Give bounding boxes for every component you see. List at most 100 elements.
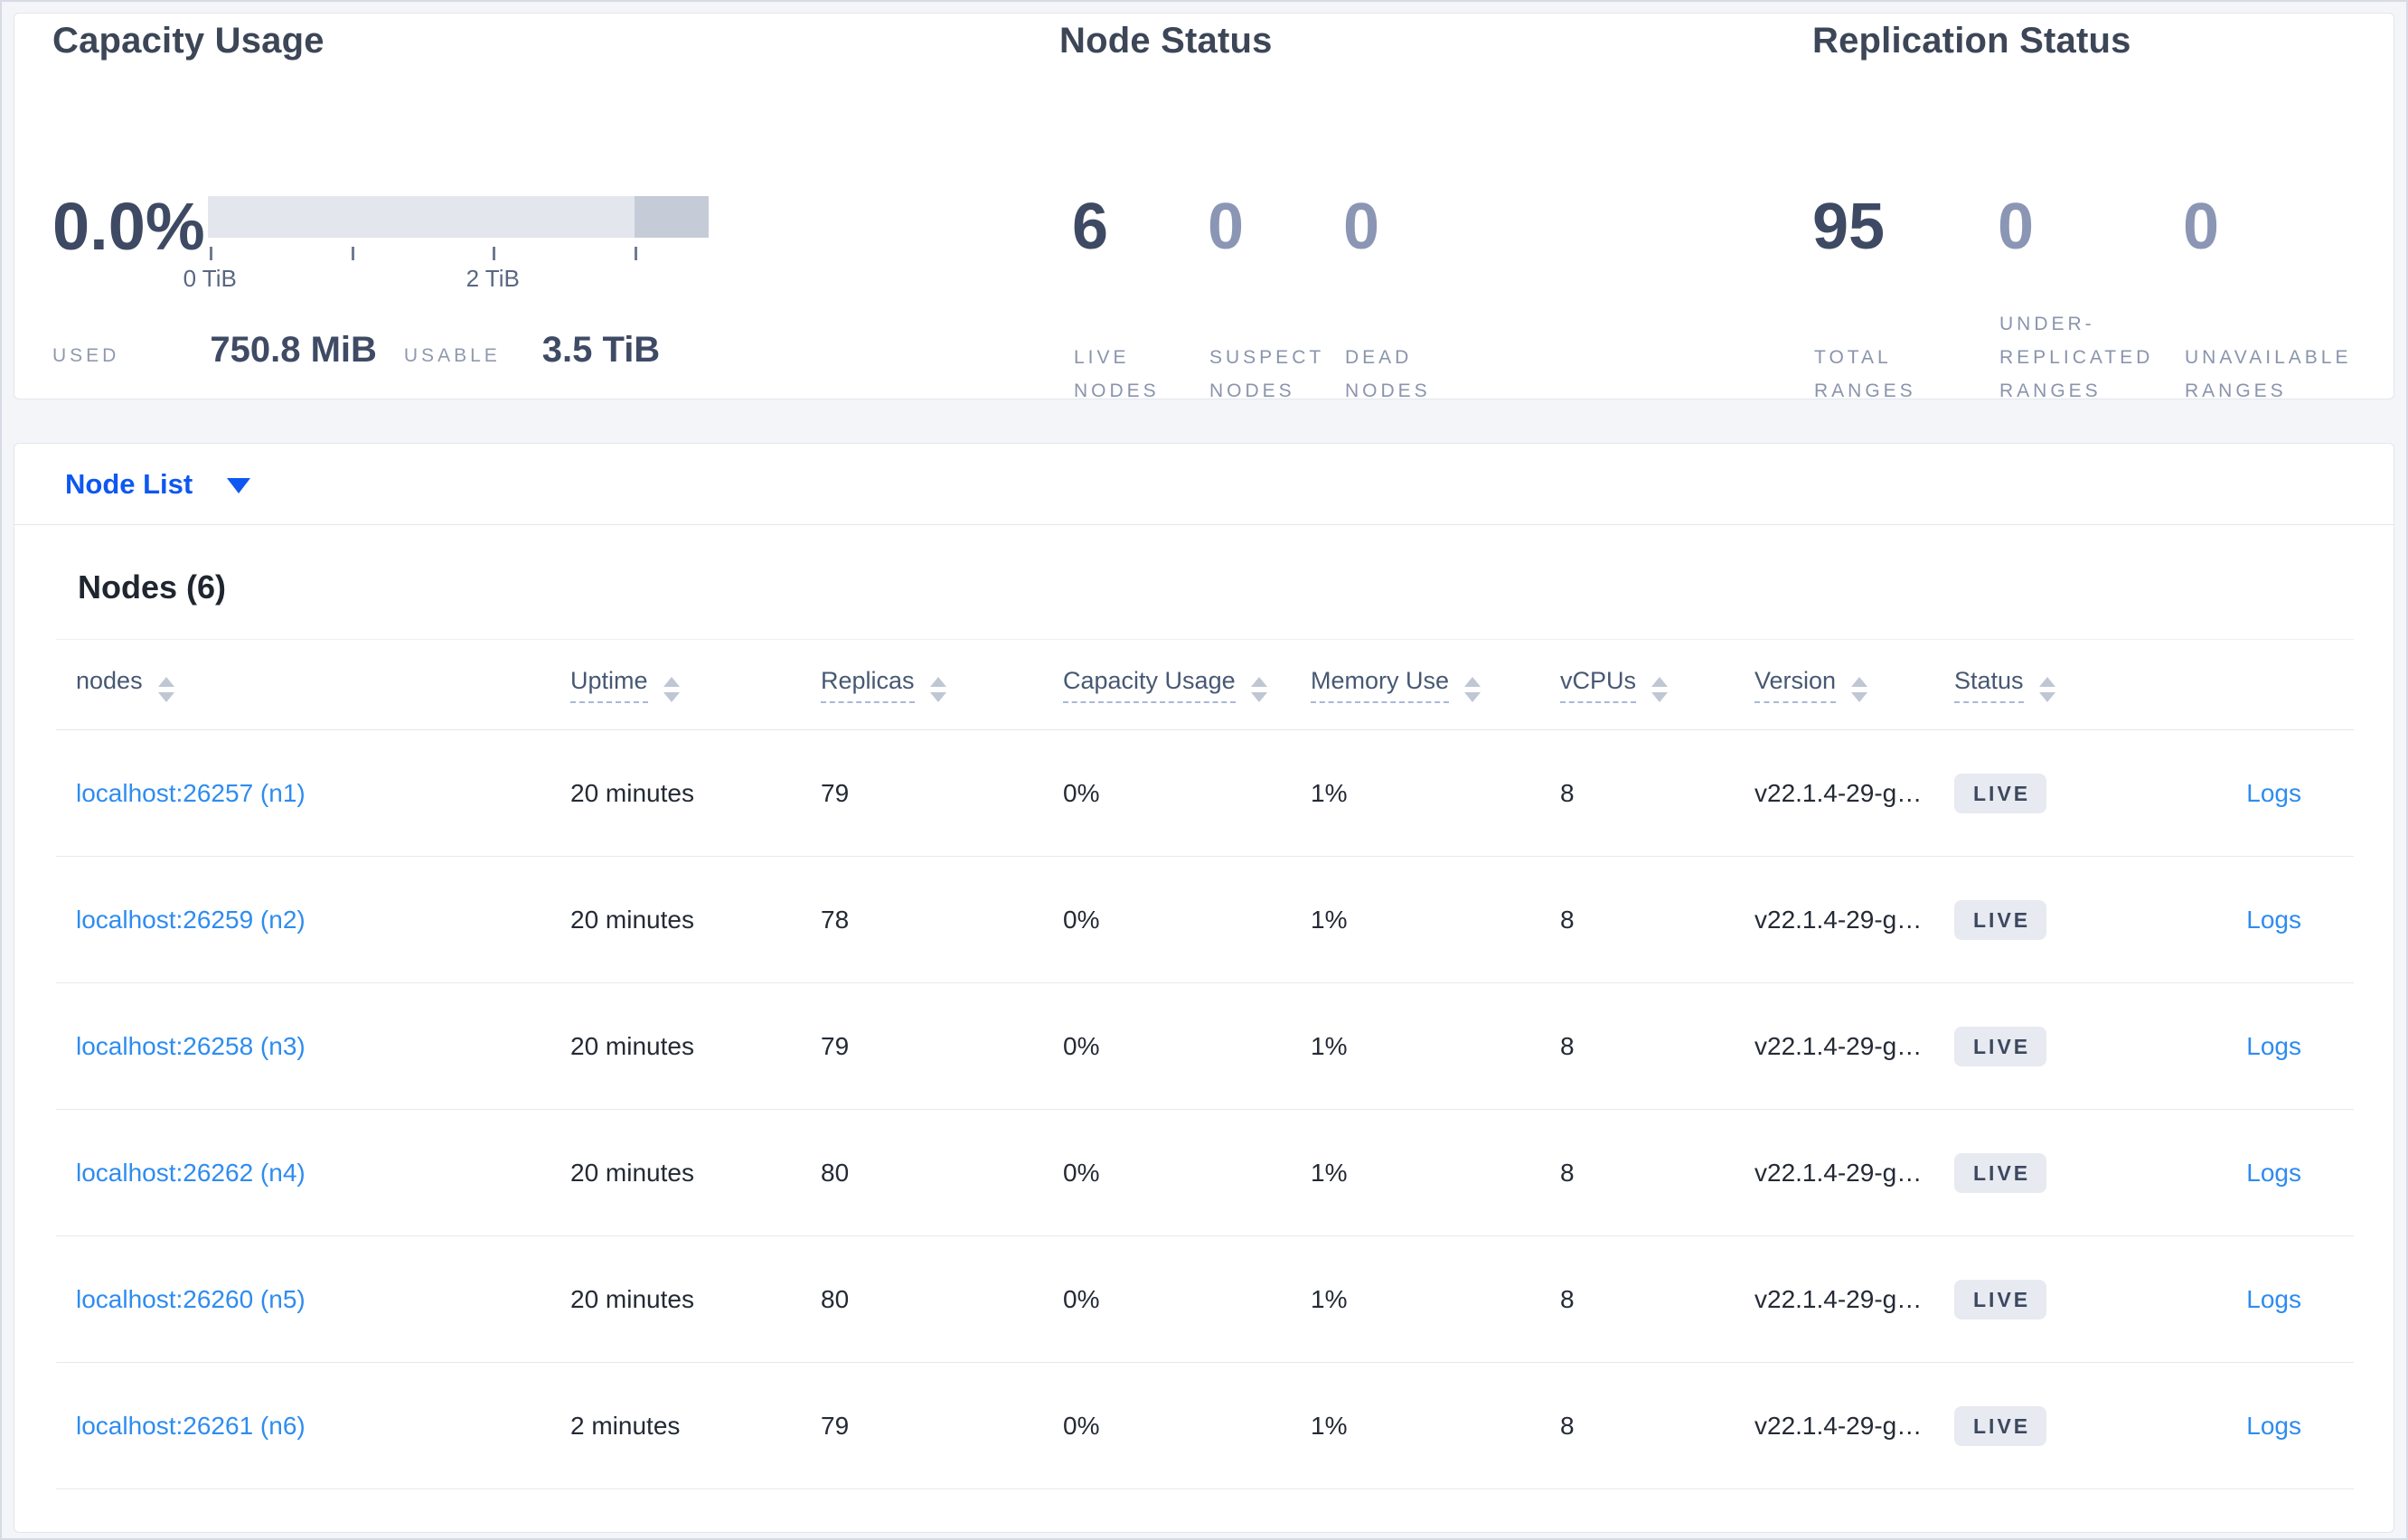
- logs-link[interactable]: Logs: [2246, 779, 2301, 807]
- replication-status-title: Replication Status: [1812, 21, 2131, 61]
- table-row: localhost:26262 (n4) 20 minutes 80 0% 1% 8 v22…: [56, 1110, 2354, 1236]
- column-header-memory-use[interactable]: Memory Use: [1311, 640, 1560, 730]
- summary-stat-label: LIVE NODES: [1074, 347, 1160, 401]
- capacity-axis-tick: [493, 247, 496, 260]
- summary-stat: 0 UNAVAILABLE RANGES: [2183, 192, 2368, 408]
- node-status-title: Node Status: [1059, 21, 1273, 61]
- capacity-axis-tick-label: 0 TiB: [183, 265, 237, 292]
- status-badge: LIVE: [1954, 899, 2047, 940]
- sort-arrows-icon: [2038, 676, 2055, 702]
- memory-use-cell: 1%: [1311, 778, 1348, 807]
- status-cell: LIVE: [1954, 1236, 2148, 1363]
- capacity-bar-tick-labels: 0 TiB 2 TiB: [183, 265, 709, 296]
- node-address-cell: localhost:26262 (n4): [56, 1110, 570, 1236]
- nodes-table: nodes Uptime Replicas Capacity Usage Memory …: [56, 639, 2354, 1489]
- logs-cell: Logs: [2148, 857, 2354, 983]
- replicas-cell: 80: [821, 1284, 850, 1313]
- node-status-section: Node Status 6 LIVE NODES 0 SUSPECT NODES 0 DEAD…: [1059, 21, 1692, 401]
- node-address-cell: localhost:26261 (n6): [56, 1363, 570, 1489]
- column-header-uptime[interactable]: Uptime: [570, 640, 821, 730]
- version-cell: v22.1.4-29-g…: [1754, 1031, 1923, 1060]
- sort-arrows-icon: [1651, 676, 1669, 702]
- column-header-label: Capacity Usage: [1063, 667, 1236, 703]
- version-cell: v22.1.4-29-g…: [1754, 778, 1923, 807]
- status-badge: LIVE: [1954, 773, 2047, 813]
- uptime-cell: 20 minutes: [570, 778, 694, 807]
- table-row: localhost:26257 (n1) 20 minutes 79 0% 1% 8 v22…: [56, 730, 2354, 857]
- summary-stat: 0 UNDER- REPLICATED RANGES: [1998, 192, 2183, 408]
- logs-link[interactable]: Logs: [2246, 1032, 2301, 1060]
- used-value: 750.8 MiB: [210, 330, 377, 370]
- status-badge: LIVE: [1954, 1152, 2047, 1193]
- table-row: localhost:26260 (n5) 20 minutes 80 0% 1% 8 v22…: [56, 1236, 2354, 1363]
- sort-arrows-icon: [929, 676, 946, 702]
- summary-stat-label: UNDER- REPLICATED RANGES: [1999, 314, 2154, 401]
- sort-arrows-icon: [1851, 676, 1868, 702]
- usable-label: USABLE: [403, 345, 501, 366]
- column-header-nodes[interactable]: nodes: [56, 640, 570, 730]
- vcpus-cell: 8: [1560, 905, 1575, 934]
- logs-link[interactable]: Logs: [2246, 1285, 2301, 1313]
- chevron-down-icon: [227, 478, 251, 493]
- summary-stat-value: 0: [1998, 191, 2035, 263]
- version-cell: v22.1.4-29-g…: [1754, 905, 1923, 934]
- vcpus-cell: 8: [1560, 1158, 1575, 1187]
- node-address-link[interactable]: localhost:26262 (n4): [76, 1159, 306, 1187]
- replicas-cell: 78: [821, 905, 850, 934]
- column-header-capacity-usage[interactable]: Capacity Usage: [1063, 640, 1311, 730]
- summary-stat: 6 LIVE NODES: [1072, 192, 1208, 408]
- uptime-cell: 20 minutes: [570, 905, 694, 934]
- usable-value: 3.5 TiB: [541, 330, 661, 370]
- node-address-link[interactable]: localhost:26257 (n1): [76, 779, 306, 807]
- table-row: localhost:26258 (n3) 20 minutes 79 0% 1% 8 v22…: [56, 983, 2354, 1110]
- node-address-link[interactable]: localhost:26261 (n6): [76, 1412, 306, 1440]
- column-header-label: Uptime: [570, 667, 648, 703]
- summary-stat-value: 95: [1812, 191, 1886, 263]
- node-address-cell: localhost:26257 (n1): [56, 730, 570, 857]
- status-cell: LIVE: [1954, 730, 2148, 857]
- capacity-axis-tick: [635, 247, 637, 260]
- status-cell: LIVE: [1954, 1363, 2148, 1489]
- sort-arrows-icon: [157, 677, 174, 702]
- node-address-cell: localhost:26259 (n2): [56, 857, 570, 983]
- logs-link[interactable]: Logs: [2246, 1159, 2301, 1187]
- version-cell: v22.1.4-29-g…: [1754, 1284, 1923, 1313]
- table-row: localhost:26261 (n6) 2 minutes 79 0% 1% 8 v22.…: [56, 1363, 2354, 1489]
- capacity-bar-dark-segment: [635, 196, 709, 238]
- summary-stat: 95 TOTAL RANGES: [1812, 192, 1998, 408]
- capacity-axis-tick: [351, 247, 354, 260]
- logs-link[interactable]: Logs: [2246, 1412, 2301, 1440]
- column-header-label: vCPUs: [1560, 667, 1637, 703]
- node-address-link[interactable]: localhost:26258 (n3): [76, 1032, 306, 1060]
- node-address-link[interactable]: localhost:26260 (n5): [76, 1285, 306, 1313]
- memory-use-cell: 1%: [1311, 1284, 1348, 1313]
- version-cell: v22.1.4-29-g…: [1754, 1411, 1923, 1440]
- summary-stat-label: SUSPECT NODES: [1209, 347, 1325, 401]
- column-header-vcpus[interactable]: vCPUs: [1560, 640, 1754, 730]
- column-header-label: Version: [1754, 667, 1837, 703]
- node-list-dropdown[interactable]: Node List: [14, 444, 2394, 525]
- column-header-replicas[interactable]: Replicas: [821, 640, 1063, 730]
- column-header-status[interactable]: Status: [1954, 640, 2148, 730]
- uptime-cell: 2 minutes: [570, 1411, 681, 1440]
- capacity-usage-cell: 0%: [1063, 1411, 1100, 1440]
- logs-link[interactable]: Logs: [2246, 906, 2301, 934]
- capacity-axis-tick: [210, 247, 213, 260]
- sort-arrows-icon: [1464, 676, 1481, 702]
- summary-stat-value: 0: [2183, 191, 2220, 263]
- node-address-link[interactable]: localhost:26259 (n2): [76, 906, 306, 934]
- node-list-panel: Node List Nodes (6) nodes Uptime Replicas C…: [14, 443, 2394, 1533]
- sort-arrows-icon: [663, 676, 680, 702]
- logs-cell: Logs: [2148, 983, 2354, 1110]
- column-header-label: Memory Use: [1311, 667, 1450, 703]
- vcpus-cell: 8: [1560, 1031, 1575, 1060]
- column-header-version[interactable]: Version: [1754, 640, 1954, 730]
- summary-stat-label: UNAVAILABLE RANGES: [2185, 347, 2352, 401]
- replicas-cell: 79: [821, 1411, 850, 1440]
- nodes-table-header-row: nodes Uptime Replicas Capacity Usage Memory …: [56, 639, 2354, 730]
- summary-stat: 0 SUSPECT NODES: [1208, 192, 1343, 408]
- uptime-cell: 20 minutes: [570, 1158, 694, 1187]
- column-header-actions: [2148, 640, 2354, 730]
- replicas-cell: 79: [821, 1031, 850, 1060]
- memory-use-cell: 1%: [1311, 1411, 1348, 1440]
